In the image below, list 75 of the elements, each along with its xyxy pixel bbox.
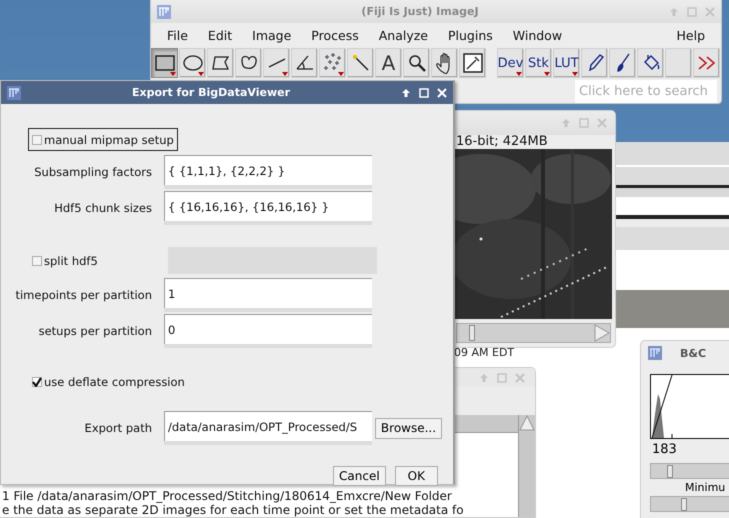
- tool-button[interactable]: [637, 48, 664, 78]
- menu-tool-button[interactable]: LUT: [553, 48, 580, 78]
- dropdown-triangle-icon: [282, 72, 288, 76]
- dropdown-triangle-icon: [516, 72, 522, 76]
- checkbox[interactable]: manual mipmap setup: [28, 128, 178, 151]
- slider-thumb[interactable]: [469, 325, 475, 341]
- tool-button[interactable]: [235, 48, 262, 78]
- menu-item[interactable]: Window: [502, 28, 572, 43]
- stack-slider[interactable]: [456, 323, 611, 343]
- slider-thumb[interactable]: [681, 498, 688, 511]
- menu-item[interactable]: File: [157, 28, 198, 43]
- tool-button[interactable]: [263, 48, 290, 78]
- menu-item[interactable]: Help: [666, 28, 715, 43]
- tool-button[interactable]: [291, 48, 318, 78]
- log-line: 1 File /data/anarasim/OPT_Processed/Stitching/180614_Emxcre/New Folder: [2, 489, 453, 503]
- checkbox-icon[interactable]: [32, 134, 42, 144]
- minimum-slider[interactable]: [650, 463, 729, 479]
- field-label: Hdf5 chunk sizes: [53, 201, 153, 215]
- dropdown-triangle-icon: [198, 72, 204, 76]
- path-field[interactable]: /data/anarasim/OPT_Processed/S: [164, 411, 372, 441]
- dialog-button[interactable]: OK: [394, 466, 438, 486]
- logo-icon: [7, 86, 21, 100]
- logo-icon: [157, 4, 171, 18]
- menu-item[interactable]: Plugins: [438, 28, 503, 43]
- browse-button[interactable]: Browse...: [375, 418, 442, 438]
- dropper-icon: [462, 52, 484, 74]
- menu-item[interactable]: Process: [301, 28, 369, 43]
- tool-button[interactable]: [581, 48, 608, 78]
- dropdown-triangle-icon: [544, 72, 550, 76]
- checkbox-icon[interactable]: [32, 256, 42, 266]
- tool-button[interactable]: [347, 48, 374, 78]
- menu-item[interactable]: Analyze: [368, 28, 438, 43]
- menu-item[interactable]: Edit: [198, 28, 242, 43]
- tool-button[interactable]: [431, 48, 458, 78]
- tool-button[interactable]: [151, 48, 178, 78]
- slider-label: Minimu: [685, 480, 726, 495]
- dialog-button[interactable]: Cancel: [333, 466, 386, 486]
- tool-button[interactable]: [609, 48, 636, 78]
- log-line: e the data as separate 2D images for each time point or set the metadata fo: [2, 503, 465, 517]
- menu-tool-button[interactable]: Dev: [497, 48, 524, 78]
- minimum-value: 183: [652, 442, 678, 457]
- field-label: Export path: [84, 421, 153, 435]
- text-field[interactable]: { {1,1,1}, {2,2,2} }: [164, 155, 372, 185]
- window-title: B&C: [680, 346, 706, 360]
- dropdown-triangle-icon: [572, 72, 578, 76]
- raise-icon[interactable]: [401, 88, 411, 98]
- text-field[interactable]: { {16,16,16}, {16,16,16} }: [164, 191, 372, 221]
- field-label: timepoints per partition: [14, 288, 153, 302]
- tool-button[interactable]: [459, 48, 486, 78]
- window-title: (Fiji Is Just) ImageJ: [360, 5, 480, 18]
- text-field[interactable]: 1: [164, 278, 372, 308]
- menu-item[interactable]: Image: [242, 28, 302, 43]
- text-tool-button[interactable]: A: [375, 48, 402, 78]
- play-arrow-icon[interactable]: [594, 324, 610, 342]
- field-label: Subsampling factors: [33, 165, 153, 179]
- search-field[interactable]: Click here to search: [575, 80, 717, 103]
- logo-icon: [648, 346, 662, 360]
- log-text: 09 AM EDT: [454, 346, 514, 359]
- menu-tool-button[interactable]: Stk: [525, 48, 552, 78]
- dropdown-triangle-icon: [170, 72, 176, 76]
- checkbox[interactable]: split hdf5: [28, 249, 102, 272]
- slider-thumb[interactable]: [667, 465, 673, 478]
- image-info: 16-bit; 424MB: [455, 135, 549, 149]
- tool-button[interactable]: [179, 48, 206, 78]
- scrollbar[interactable]: [518, 415, 535, 517]
- dropdown-triangle-icon: [338, 72, 344, 76]
- checkbox-icon[interactable]: [32, 376, 42, 386]
- tool-button[interactable]: [207, 48, 234, 78]
- dialog-title: Export for BigDataViewer: [130, 86, 291, 99]
- checkbox[interactable]: use deflate compression: [28, 370, 189, 393]
- scroll-up-arrow-icon[interactable]: [519, 415, 535, 431]
- tool-button[interactable]: [403, 48, 430, 78]
- field-label: setups per partition: [38, 324, 153, 338]
- maximum-slider[interactable]: [650, 496, 729, 512]
- text-field[interactable]: 0: [164, 314, 372, 344]
